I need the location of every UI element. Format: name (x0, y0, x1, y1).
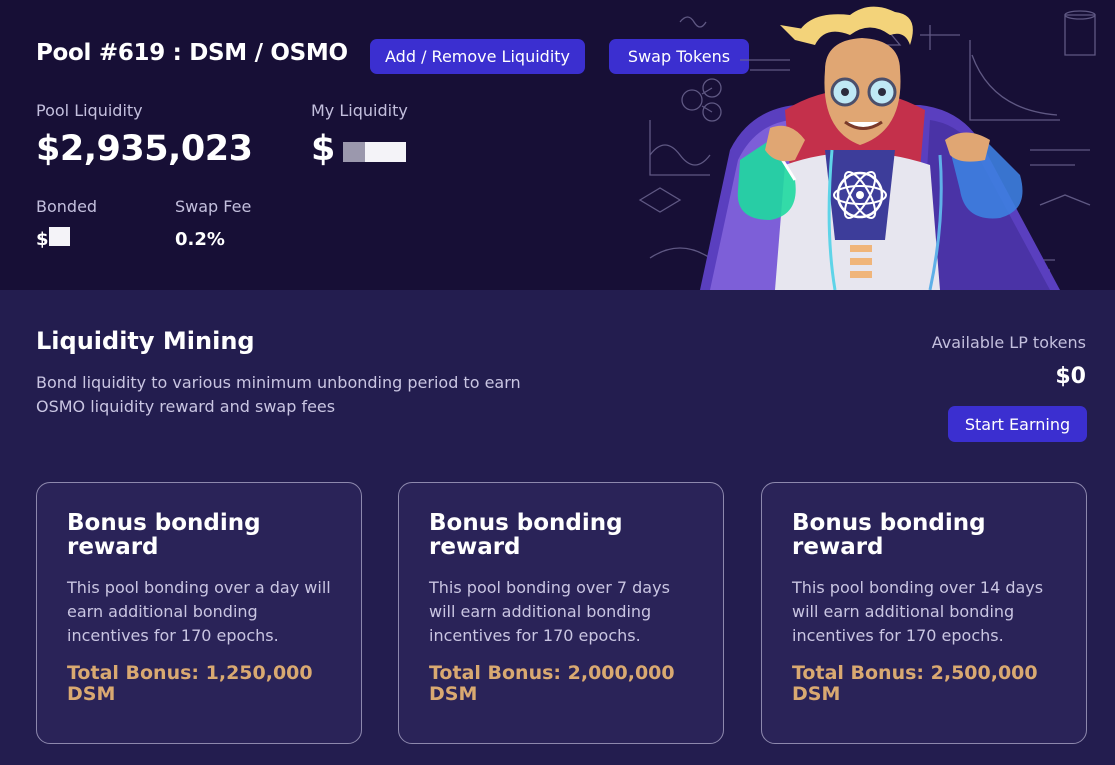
bonded-label: Bonded (36, 197, 98, 216)
scientist-mascot-illustration (638, 6, 1096, 290)
add-remove-liquidity-button[interactable]: Add / Remove Liquidity (370, 39, 585, 74)
bonded-value: $ (36, 229, 49, 250)
liquidity-mining-title: Liquidity Mining (36, 327, 255, 355)
bonus-card-text: This pool bonding over 7 days will earn … (429, 578, 670, 645)
bonus-card-total: Total Bonus: 2,500,000 DSM (792, 662, 1038, 705)
available-lp-value: $0 (1055, 364, 1086, 389)
my-liquidity-value: $ (311, 129, 335, 169)
bonus-card: Bonus bonding reward This pool bonding o… (36, 482, 362, 744)
bonus-card-title: Bonus bonding reward (67, 510, 261, 560)
page-title: Pool #619 : DSM / OSMO (36, 40, 348, 66)
bonus-card: Bonus bonding reward This pool bonding o… (761, 482, 1087, 744)
liquidity-mining-description: Bond liquidity to various minimum unbond… (36, 373, 521, 416)
bonus-card-title: Bonus bonding reward (792, 510, 986, 560)
bonus-card-text: This pool bonding over a day will earn a… (67, 578, 331, 645)
redacted-block (343, 142, 365, 162)
bonus-card: Bonus bonding reward This pool bonding o… (398, 482, 724, 744)
bonus-card-text: This pool bonding over 14 days will earn… (792, 578, 1044, 645)
start-earning-button[interactable]: Start Earning (948, 406, 1087, 442)
redacted-block (49, 227, 70, 246)
swap-fee-value: 0.2% (175, 229, 225, 250)
my-liquidity-label: My Liquidity (311, 101, 408, 120)
bonus-card-total: Total Bonus: 1,250,000 DSM (67, 662, 313, 705)
bonus-card-total: Total Bonus: 2,000,000 DSM (429, 662, 675, 705)
pool-header: Pool #619 : DSM / OSMO Add / Remove Liqu… (0, 0, 1115, 290)
pool-liquidity-label: Pool Liquidity (36, 101, 143, 120)
pool-liquidity-value: $2,935,023 (36, 129, 253, 169)
bonus-card-title: Bonus bonding reward (429, 510, 623, 560)
available-lp-label: Available LP tokens (931, 333, 1086, 352)
swap-fee-label: Swap Fee (175, 197, 252, 216)
redacted-block (365, 142, 406, 162)
